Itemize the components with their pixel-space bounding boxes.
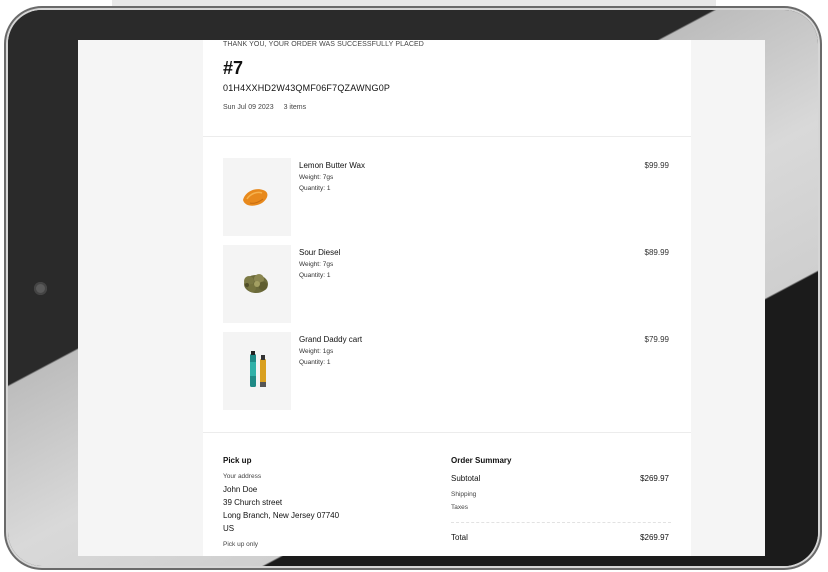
item-quantity: Quantity: 1 [299, 185, 331, 192]
subtotal-label: Subtotal [451, 474, 481, 483]
order-number: #7 [223, 58, 244, 78]
flower-bud-icon [244, 274, 268, 293]
order-id: 01H4XXHD2W43QMF06F7QZAWNG0P [223, 83, 391, 93]
item-price: $89.99 [644, 248, 669, 257]
shipping-label: Shipping [451, 491, 477, 498]
item-quantity: Quantity: 1 [299, 359, 331, 366]
taxes-label: Taxes [451, 504, 468, 511]
order-item[interactable]: Lemon Butter Wax Weight: 7gs Quantity: 1… [223, 158, 669, 236]
address-label: Your address [223, 473, 262, 480]
order-item-count: 3 items [283, 104, 307, 111]
product-thumbnail[interactable] [223, 245, 291, 323]
order-date: Sun Jul 09 2023 [223, 104, 274, 111]
item-title[interactable]: Sour Diesel [299, 248, 340, 257]
order-item[interactable]: Sour Diesel Weight: 7gs Quantity: 1 $89.… [223, 245, 669, 323]
stage: THANK YOU, YOUR ORDER WAS SUCCESSFULLY P… [0, 0, 828, 572]
address-country: US [223, 524, 235, 533]
screen: THANK YOU, YOUR ORDER WAS SUCCESSFULLY P… [78, 40, 765, 556]
pickup-title: Pick up [223, 456, 252, 465]
divider [203, 432, 691, 433]
order-meta: Sun Jul 09 2023 3 items [223, 104, 314, 111]
address-street: 39 Church street [223, 498, 283, 507]
vape-cart-icon [250, 351, 266, 387]
item-weight: Weight: 7gs [299, 261, 334, 268]
item-weight: Weight: 7gs [299, 174, 334, 181]
customer-name: John Doe [223, 485, 258, 494]
product-thumbnail[interactable] [223, 332, 291, 410]
order-confirmation-page: THANK YOU, YOUR ORDER WAS SUCCESSFULLY P… [203, 40, 691, 556]
item-title[interactable]: Lemon Butter Wax [299, 161, 365, 170]
camera-icon [34, 282, 47, 295]
item-title[interactable]: Grand Daddy cart [299, 335, 362, 344]
summary-separator [451, 522, 671, 523]
order-summary-title: Order Summary [451, 456, 512, 465]
order-item[interactable]: Grand Daddy cart Weight: 1gs Quantity: 1… [223, 332, 669, 410]
thanks-message: THANK YOU, YOUR ORDER WAS SUCCESSFULLY P… [223, 41, 424, 48]
pickup-method: Pick up only [223, 541, 259, 548]
item-price: $79.99 [644, 335, 669, 344]
product-thumbnail[interactable] [223, 158, 291, 236]
total-value: $269.97 [640, 533, 669, 542]
tablet-device: THANK YOU, YOUR ORDER WAS SUCCESSFULLY P… [8, 10, 818, 566]
total-label: Total [451, 533, 468, 542]
item-price: $99.99 [644, 161, 669, 170]
wax-icon [243, 189, 268, 206]
address-city: Long Branch, New Jersey 07740 [223, 511, 340, 520]
subtotal-value: $269.97 [640, 474, 669, 483]
item-quantity: Quantity: 1 [299, 272, 331, 279]
divider [203, 136, 691, 137]
item-weight: Weight: 1gs [299, 348, 334, 355]
